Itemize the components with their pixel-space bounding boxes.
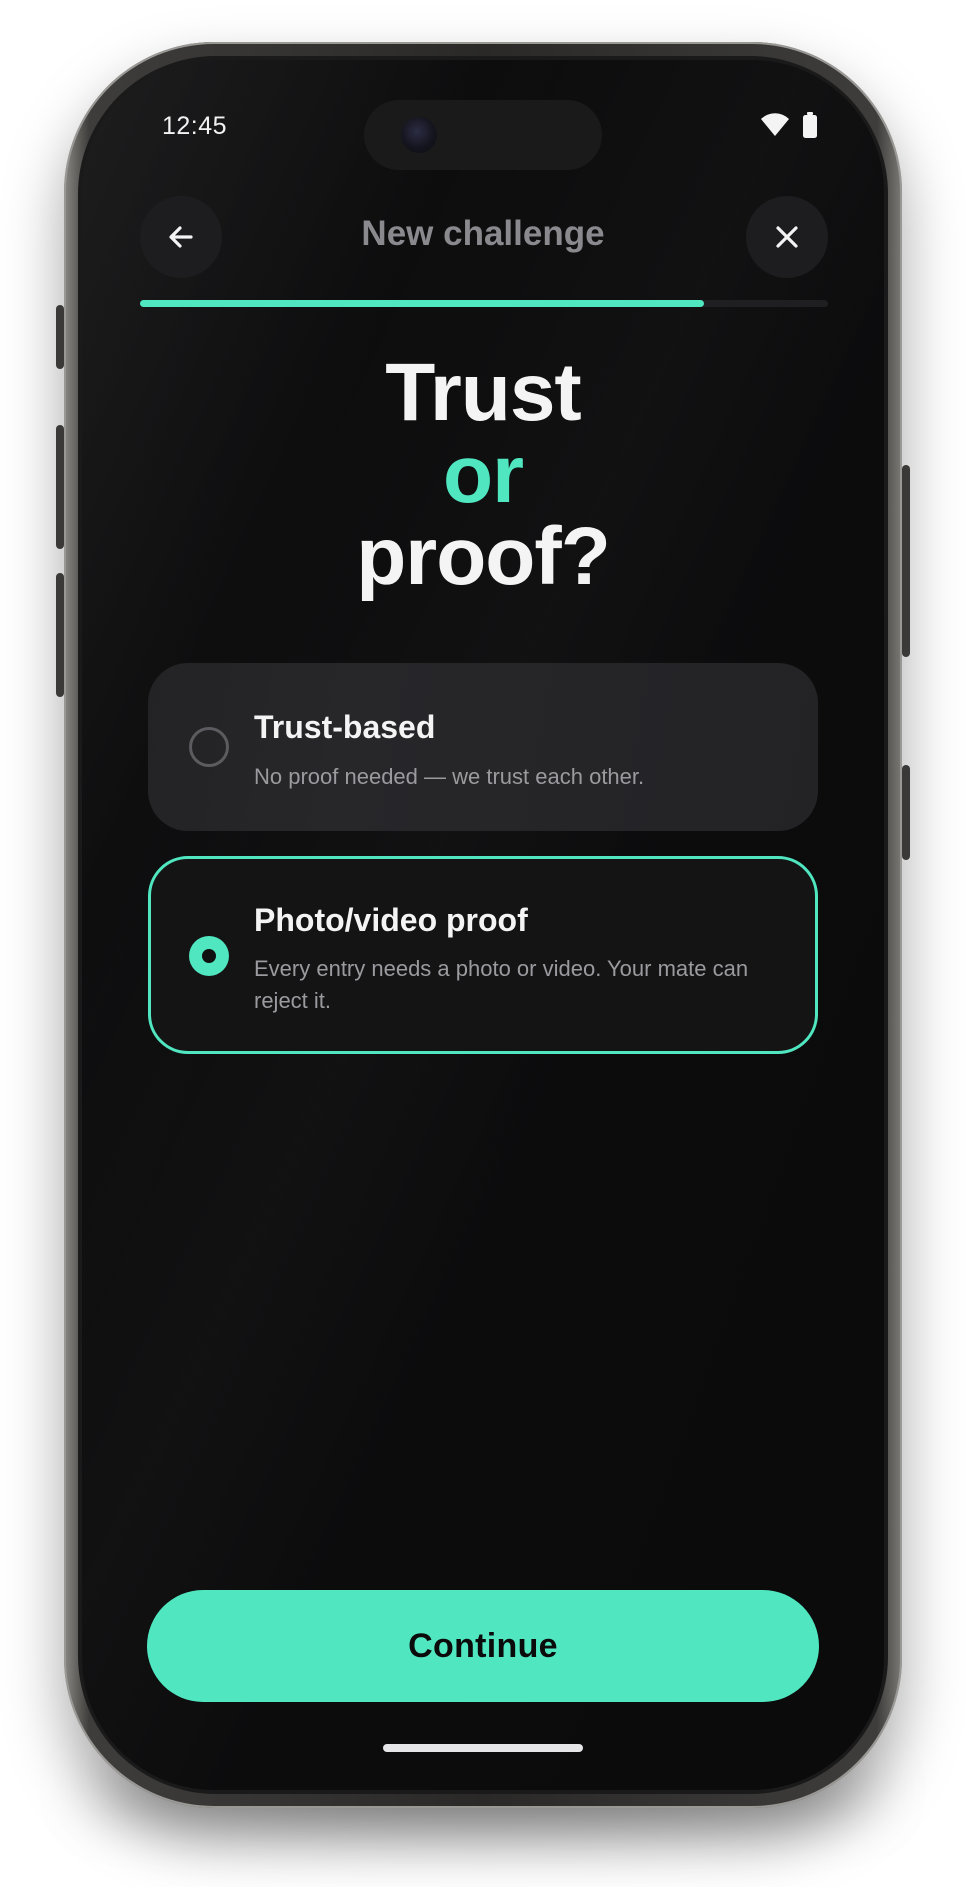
page-title: New challenge xyxy=(361,214,605,253)
status-icons xyxy=(760,112,818,138)
camera-control-button xyxy=(902,765,910,860)
status-time: 12:45 xyxy=(162,112,228,140)
close-button[interactable] xyxy=(746,196,828,278)
progress-bar xyxy=(140,300,828,307)
dynamic-island xyxy=(364,100,602,170)
question-line-2: or xyxy=(443,429,524,520)
volume-up-button xyxy=(56,425,64,549)
option-trust-based[interactable]: Trust-based No proof needed — we trust e… xyxy=(148,663,818,831)
front-camera-icon xyxy=(401,117,437,153)
continue-button[interactable]: Continue xyxy=(147,1590,819,1702)
back-button[interactable] xyxy=(140,196,222,278)
radio-selected[interactable] xyxy=(189,936,229,976)
option-photo-video-proof[interactable]: Photo/video proof Every entry needs a ph… xyxy=(148,856,818,1054)
option-description: Every entry needs a photo or video. Your… xyxy=(254,956,749,1013)
option-title: Trust-based xyxy=(254,709,436,745)
battery-icon xyxy=(803,112,817,138)
question-line-1: Trust xyxy=(385,347,581,438)
home-indicator[interactable] xyxy=(383,1744,583,1752)
volume-down-button xyxy=(56,573,64,697)
power-button xyxy=(902,465,910,657)
progress-bar-fill xyxy=(140,300,705,307)
option-description: No proof needed — we trust each other. xyxy=(254,764,645,789)
question-line-3: proof? xyxy=(356,511,611,602)
action-button xyxy=(56,305,64,369)
app-screen: 12:45 New challenge Trust or proof? Trus… xyxy=(82,60,884,1790)
radio-unselected[interactable] xyxy=(189,727,229,767)
question-heading: Trust or proof? xyxy=(142,352,824,598)
wifi-icon xyxy=(761,113,789,136)
option-title: Photo/video proof xyxy=(254,902,528,938)
close-icon xyxy=(776,226,798,248)
arrow-left-icon xyxy=(169,226,193,248)
